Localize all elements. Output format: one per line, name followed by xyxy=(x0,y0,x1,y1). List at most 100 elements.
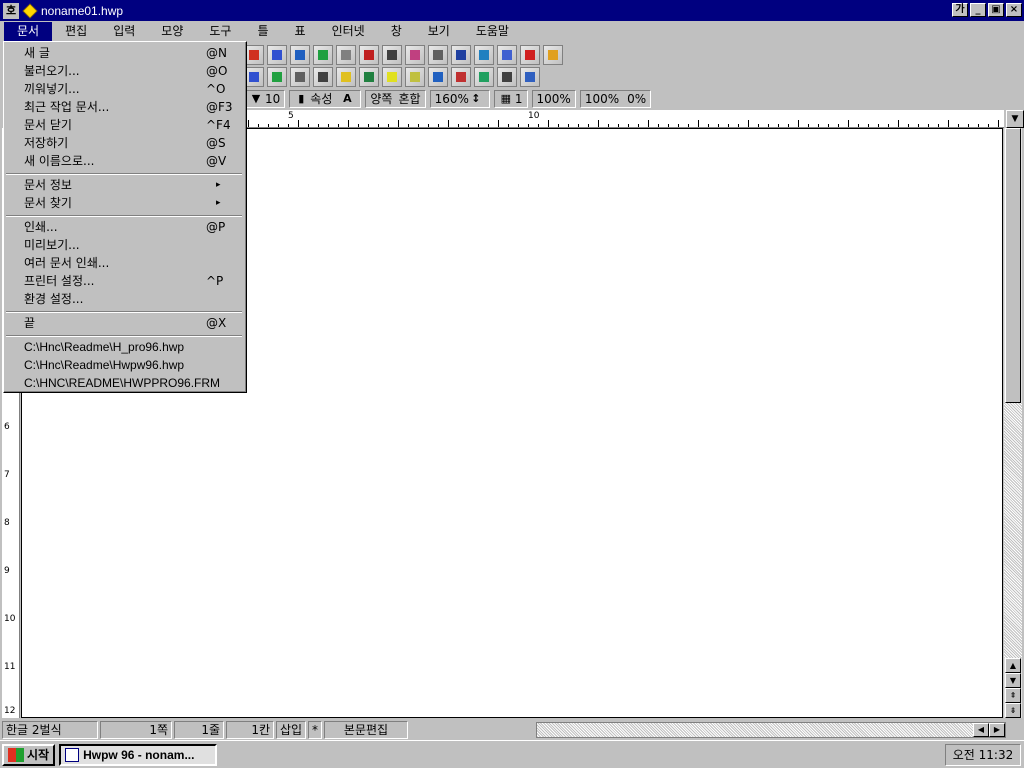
menu-window[interactable]: 창 xyxy=(378,22,415,41)
align-value: 양쪽 xyxy=(370,92,393,106)
ruler-tick xyxy=(888,124,889,127)
ruler-tick xyxy=(828,124,829,127)
menu-item-print[interactable]: 인쇄... @P xyxy=(4,218,244,236)
scroll-left-button[interactable]: ◀ xyxy=(973,723,989,737)
toolbar-image-icon[interactable] xyxy=(451,45,471,65)
menu-item-save[interactable]: 저장하기 @S xyxy=(4,134,244,152)
menu-internet[interactable]: 인터넷 xyxy=(319,22,378,41)
menu-item-recent[interactable]: 최근 작업 문서... @F3 xyxy=(4,98,244,116)
toolbar-chart-icon[interactable] xyxy=(313,45,333,65)
toolbar-copy-icon[interactable] xyxy=(336,45,356,65)
menu-item-doc-info[interactable]: 문서 정보 ▸ xyxy=(4,176,244,194)
toolbar-lines-icon[interactable] xyxy=(290,67,310,87)
scroll-right-button[interactable]: ▶ xyxy=(989,723,1005,737)
ruler-tick xyxy=(918,124,919,127)
menu-separator xyxy=(6,215,242,217)
menu-edit[interactable]: 편집 xyxy=(52,22,100,41)
toolbar-dict-icon[interactable] xyxy=(290,45,310,65)
menu-item-printer-setup[interactable]: 프린터 설정... ^P xyxy=(4,272,244,290)
recent-file-3[interactable]: C:\HNC\README\HWPPRO96.FRM xyxy=(4,374,244,392)
zoom-select-1[interactable]: 100% xyxy=(531,90,576,108)
toolbar-shape-icon[interactable] xyxy=(382,67,402,87)
menu-item-find-doc[interactable]: 문서 찾기 ▸ xyxy=(4,194,244,212)
toolbar-mail-icon[interactable] xyxy=(520,45,540,65)
scroll-thumb[interactable] xyxy=(1005,128,1021,403)
toolbar-brush-icon[interactable] xyxy=(267,67,287,87)
menu-item-new[interactable]: 새 글 @N xyxy=(4,44,244,62)
toolbar-align-icon[interactable] xyxy=(451,67,471,87)
close-button[interactable]: × xyxy=(1006,3,1022,17)
menu-table[interactable]: 표 xyxy=(282,22,319,41)
ruler-tick xyxy=(978,124,979,127)
scroll-track[interactable] xyxy=(1004,403,1022,658)
toolbar-symbol-icon[interactable] xyxy=(359,45,379,65)
alignment-select[interactable]: 양쪽 혼합 xyxy=(365,90,426,108)
menu-tools[interactable]: 도구 xyxy=(196,22,244,41)
ruler-tick xyxy=(728,124,729,127)
toolbar-spell-icon[interactable] xyxy=(267,45,287,65)
ruler-tick xyxy=(768,124,769,127)
toolbar-cube-icon[interactable] xyxy=(359,67,379,87)
ruler-tick xyxy=(348,120,349,127)
menu-item-preview[interactable]: 미리보기... xyxy=(4,236,244,254)
toolbar-check-icon[interactable] xyxy=(244,45,264,65)
page-status: 1쪽 xyxy=(100,721,172,739)
attribute-button[interactable]: ▮ 속성 A xyxy=(289,90,362,108)
toolbar-note-icon[interactable] xyxy=(382,45,402,65)
mode-status: 본문편집 xyxy=(324,721,408,739)
insert-status[interactable]: 삽입 xyxy=(276,721,306,739)
page-down-button[interactable]: ⇟ xyxy=(1005,703,1021,718)
menu-item-exit[interactable]: 끝 @X xyxy=(4,314,244,332)
menu-separator xyxy=(6,173,242,175)
minimize-button[interactable]: _ xyxy=(970,3,986,17)
menu-frame[interactable]: 틀 xyxy=(244,22,281,41)
zoom1-value: 100% xyxy=(536,92,571,106)
toolbar-paragraph-icon[interactable] xyxy=(313,67,333,87)
toolbar-link-icon[interactable] xyxy=(497,45,517,65)
horizontal-scrollbar[interactable]: ◀ ▶ xyxy=(536,722,1006,738)
font-size-select[interactable]: ▼ 10 xyxy=(244,90,286,108)
line-spacing-select[interactable]: 160% ↕ xyxy=(429,90,490,108)
columns-select[interactable]: ▦ 1 xyxy=(493,90,528,108)
taskbar-app-button[interactable]: Hwpw 96 - nonam... xyxy=(59,743,218,766)
start-button[interactable]: 시작 xyxy=(2,743,56,766)
toolbar-pen-icon[interactable] xyxy=(244,67,264,87)
menu-input[interactable]: 입력 xyxy=(100,22,148,41)
menu-separator xyxy=(6,311,242,313)
vertical-scrollbar[interactable]: ▲ ▼ ⇞ ⇟ xyxy=(1004,128,1022,718)
page-up-button[interactable]: ⇞ xyxy=(1005,688,1021,703)
menu-item-print-multiple[interactable]: 여러 문서 인쇄... xyxy=(4,254,244,272)
ime-indicator-icon[interactable]: 가 xyxy=(952,3,968,17)
input-mode-status[interactable]: 한글 2벌식 xyxy=(2,721,98,739)
toolbar-move-icon[interactable] xyxy=(428,67,448,87)
menu-item-insert-file[interactable]: 끼워넣기... ^O xyxy=(4,80,244,98)
menu-document[interactable]: 문서 xyxy=(4,22,53,41)
zoom-select-2[interactable]: 100% 0% xyxy=(579,90,652,108)
toolbar-user-icon[interactable] xyxy=(520,67,540,87)
menu-view[interactable]: 보기 xyxy=(415,22,463,41)
recent-file-1[interactable]: C:\Hnc\Readme\H_pro96.hwp xyxy=(4,338,244,356)
toolbar-frame-icon[interactable] xyxy=(405,67,425,87)
toolbar-table-icon[interactable] xyxy=(428,45,448,65)
menu-item-save-as[interactable]: 새 이름으로... @V xyxy=(4,152,244,170)
toolbar-distribute-icon[interactable] xyxy=(474,67,494,87)
scroll-up-button[interactable]: ▲ xyxy=(1005,658,1021,673)
toolbar-web-icon[interactable] xyxy=(474,45,494,65)
menu-item-preferences[interactable]: 환경 설정... xyxy=(4,290,244,308)
menu-format[interactable]: 모양 xyxy=(148,22,196,41)
hangul-app-icon[interactable]: 호 xyxy=(3,2,19,19)
toolbar-resize-icon[interactable] xyxy=(497,67,517,87)
toolbar-folder-icon[interactable] xyxy=(543,45,563,65)
toolbar-bar-chart-icon[interactable] xyxy=(405,45,425,65)
ruler-tick xyxy=(408,124,409,127)
system-tray-clock[interactable]: 오전 11:32 xyxy=(945,744,1021,766)
menu-help[interactable]: 도움말 xyxy=(463,22,522,41)
menu-item-open[interactable]: 불러오기... @O xyxy=(4,62,244,80)
recent-file-2[interactable]: C:\Hnc\Readme\Hwpw96.hwp xyxy=(4,356,244,374)
scroll-down-button[interactable]: ▼ xyxy=(1005,673,1021,688)
ruler-menu-button[interactable]: ▼ xyxy=(1006,110,1024,128)
toolbar-box-icon[interactable] xyxy=(336,67,356,87)
menu-item-close[interactable]: 문서 닫기 ^F4 xyxy=(4,116,244,134)
restore-button[interactable]: ▣ xyxy=(988,3,1004,17)
horizontal-ruler[interactable]: 5 10 xyxy=(244,110,1004,128)
